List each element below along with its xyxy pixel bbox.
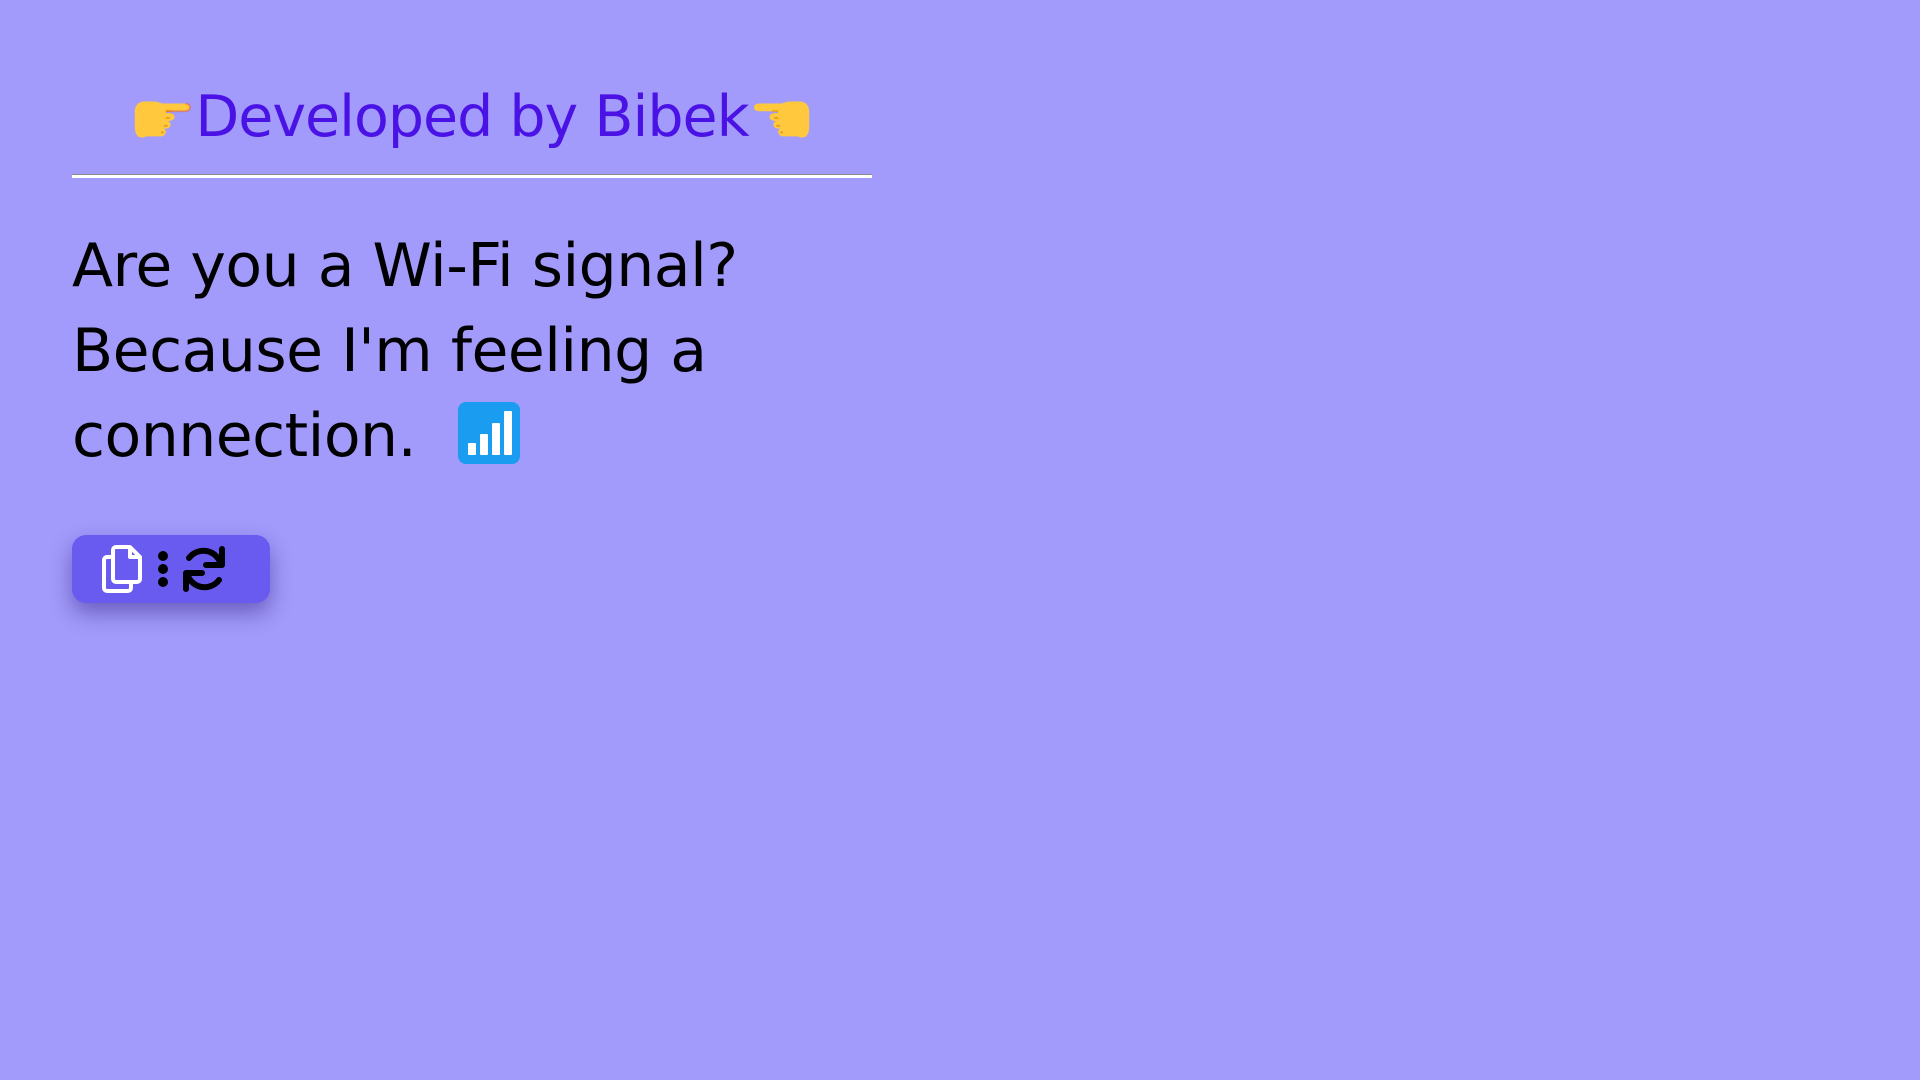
page: Developed by Bibek Are you a Wi-Fi signa… xyxy=(0,0,1920,1080)
pointing-left-hand-icon xyxy=(753,101,809,138)
pointing-right-hand-icon xyxy=(135,101,192,138)
refresh-icon xyxy=(183,546,225,592)
copy-icon xyxy=(102,545,142,593)
menu-button[interactable] xyxy=(152,541,174,597)
developer-credit: Developed by Bibek xyxy=(72,72,872,162)
quote: Are you a Wi-Fi signal? Because I'm feel… xyxy=(72,224,792,479)
quote-card: Developed by Bibek Are you a Wi-Fi signa… xyxy=(72,72,872,479)
refresh-button[interactable] xyxy=(176,541,232,597)
vertical-dots-icon xyxy=(158,551,168,587)
action-toolbar xyxy=(72,535,270,603)
quote-text: Are you a Wi-Fi signal? Because I'm feel… xyxy=(72,231,738,471)
copy-button[interactable] xyxy=(94,541,150,597)
signal-bars-icon xyxy=(457,402,520,465)
developer-credit-text: Developed by Bibek xyxy=(195,83,749,150)
divider xyxy=(72,174,872,178)
